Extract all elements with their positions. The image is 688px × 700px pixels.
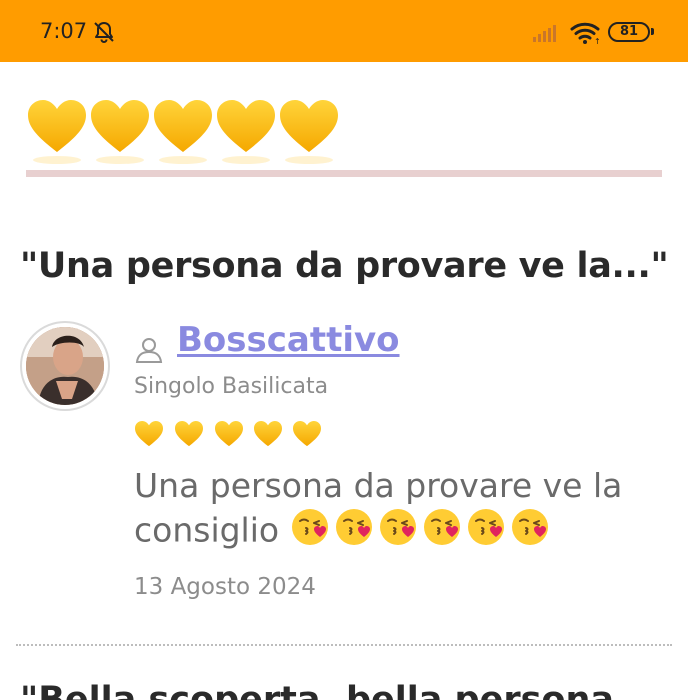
status-time: 7:07 (40, 19, 88, 43)
kissing-face-heart-icon (422, 507, 462, 557)
kissing-face-heart-icon (378, 507, 418, 557)
bell-off-icon (92, 20, 116, 48)
yellow-heart-icon (134, 420, 164, 452)
yellow-heart-icon (174, 420, 204, 452)
review-body: Una persona da provare ve la consiglio (134, 464, 654, 557)
yellow-heart-icon (292, 420, 322, 452)
yellow-heart-icon (152, 98, 214, 172)
user-icon (134, 336, 164, 368)
kissing-face-heart-icon (466, 507, 506, 557)
status-bar: 7:07 ↑↓ 81 (0, 0, 688, 62)
yellow-heart-icon (214, 420, 244, 452)
battery-tip (651, 28, 654, 35)
page-content: "Una persona da provare ve la..." Bossca… (0, 62, 688, 700)
yellow-heart-icon (278, 98, 340, 172)
next-review-title: "Bella scoperta, bella persona (20, 680, 615, 700)
user-location: Singolo Basilicata (134, 374, 329, 399)
avatar-photo (26, 327, 104, 405)
review-date: 13 Agosto 2024 (134, 574, 316, 600)
kissing-face-heart-icon (290, 507, 330, 557)
battery-icon: 81 (608, 22, 650, 42)
avatar[interactable] (20, 321, 110, 411)
kissing-face-heart-icon (334, 507, 374, 557)
kissing-face-heart-icon (510, 507, 550, 557)
yellow-heart-icon (215, 98, 277, 172)
yellow-heart-icon (89, 98, 151, 172)
emoji-row (290, 507, 554, 557)
yellow-heart-icon (253, 420, 283, 452)
yellow-heart-icon (26, 98, 88, 172)
wifi-icon: ↑↓ (570, 21, 607, 49)
svg-text:↑↓: ↑↓ (594, 37, 602, 45)
review-divider (16, 644, 672, 646)
section-divider (26, 170, 662, 177)
review-title: "Una persona da provare ve la..." (20, 246, 669, 286)
username-link[interactable]: Bosscattivo (177, 320, 400, 360)
signal-icon (533, 24, 561, 46)
